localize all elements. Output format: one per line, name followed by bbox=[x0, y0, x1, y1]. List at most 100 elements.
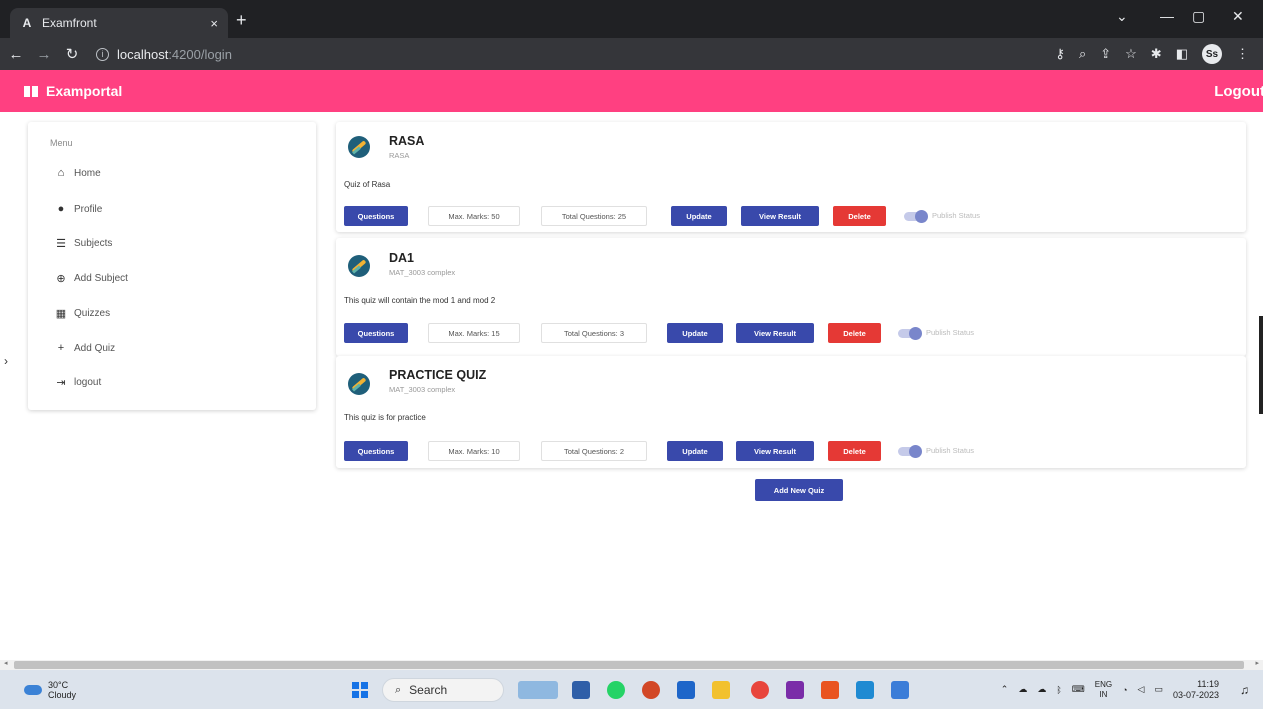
new-tab-icon[interactable]: + bbox=[236, 10, 247, 31]
clock[interactable]: 11:19 03-07-2023 bbox=[1173, 679, 1219, 701]
max-marks-chip: Max. Marks: 10 bbox=[428, 441, 520, 461]
bluetooth-icon[interactable]: ᛒ bbox=[1056, 685, 1061, 695]
chrome-icon[interactable] bbox=[751, 681, 769, 699]
keyboard-icon[interactable]: ⌨ bbox=[1072, 684, 1085, 695]
windows-start-icon[interactable] bbox=[352, 682, 368, 698]
view-result-button[interactable]: View Result bbox=[736, 441, 814, 461]
publish-toggle[interactable] bbox=[898, 445, 922, 458]
sidebar-item-quizzes[interactable]: ▦ Quizzes bbox=[54, 307, 110, 320]
search-icon: ⌕ bbox=[395, 683, 402, 696]
temperature: 30°C bbox=[48, 679, 69, 690]
star-icon[interactable]: ☆ bbox=[1125, 46, 1137, 62]
quiz-subject: RASA bbox=[389, 151, 410, 160]
close-window-icon[interactable]: ✕ bbox=[1232, 8, 1244, 25]
sidebar-item-add-quiz[interactable]: + Add Quiz bbox=[54, 342, 115, 354]
search-label: Search bbox=[409, 683, 448, 697]
url-host: localhost bbox=[117, 46, 169, 62]
sidebar-item-label: Add Quiz bbox=[74, 342, 116, 354]
questions-button[interactable]: Questions bbox=[344, 323, 408, 343]
battery-icon[interactable]: ▭ bbox=[1154, 684, 1163, 695]
widget-app-icon[interactable] bbox=[518, 681, 558, 699]
extensions-icon[interactable]: ✱ bbox=[1151, 46, 1162, 62]
weather-widget[interactable]: 30°C Cloudy bbox=[24, 670, 76, 709]
file-explorer-icon[interactable] bbox=[712, 681, 730, 699]
scrollbar-thumb[interactable] bbox=[14, 661, 1244, 669]
sidebar-item-home[interactable]: ⌂ Home bbox=[54, 167, 101, 179]
quiz-title: DA1 bbox=[389, 251, 415, 265]
weather-condition: Cloudy bbox=[48, 689, 77, 700]
logout-button[interactable]: Logout bbox=[1214, 83, 1263, 100]
update-button[interactable]: Update bbox=[667, 323, 723, 343]
address-bar: ← → ↻ i localhost:4200/login ⚷ ⌕ ⇪ ☆ ✱ ◧… bbox=[0, 38, 1263, 70]
volume-icon[interactable]: ◁ bbox=[1138, 684, 1145, 695]
onedrive-icon[interactable]: ☁ bbox=[1037, 684, 1046, 695]
cloud-tray-icon[interactable]: ☁ bbox=[1018, 684, 1027, 695]
notification-icon[interactable]: ♫ bbox=[1240, 683, 1249, 697]
app-icon-2[interactable] bbox=[821, 681, 839, 699]
sidebar-menu: Menu ⌂ Home ● Profile ☰ Subjects ⊕ Add S… bbox=[28, 122, 316, 410]
quiz-subject: MAT_3003 complex bbox=[389, 385, 456, 394]
info-icon[interactable]: i bbox=[96, 47, 109, 61]
horizontal-scrollbar[interactable]: ◂ ▸ bbox=[0, 660, 1263, 670]
whatsapp-icon[interactable] bbox=[607, 681, 625, 699]
intellij-icon[interactable] bbox=[786, 681, 804, 699]
view-result-button[interactable]: View Result bbox=[741, 206, 819, 226]
update-button[interactable]: Update bbox=[671, 206, 727, 226]
quiz-description: Quiz of Rasa bbox=[344, 180, 391, 189]
sidebar-item-profile[interactable]: ● Profile bbox=[54, 203, 103, 215]
sidebar-item-add-subject[interactable]: ⊕ Add Subject bbox=[54, 272, 128, 285]
view-result-button[interactable]: View Result bbox=[736, 323, 814, 343]
powerpoint-icon[interactable] bbox=[642, 681, 660, 699]
restore-icon[interactable]: ▢ bbox=[1192, 8, 1205, 25]
chevron-up-icon[interactable]: ⌃ bbox=[1001, 684, 1009, 695]
quiz-card: RASA RASA Quiz of Rasa Questions Max. Ma… bbox=[336, 122, 1246, 232]
favicon-icon: A bbox=[22, 16, 32, 30]
taskbar-search[interactable]: ⌕ Search bbox=[382, 678, 504, 702]
tab-title: Examfront bbox=[42, 16, 97, 30]
key-icon[interactable]: ⚷ bbox=[1055, 46, 1065, 62]
add-circle-icon: ⊕ bbox=[56, 273, 66, 285]
menu-icon[interactable]: ⋮ bbox=[1236, 46, 1249, 62]
brand[interactable]: Examportal bbox=[24, 83, 122, 99]
delete-button[interactable]: Delete bbox=[828, 323, 881, 343]
notes-icon[interactable] bbox=[677, 681, 695, 699]
add-new-quiz-button[interactable]: Add New Quiz bbox=[755, 479, 843, 501]
photos-icon[interactable] bbox=[891, 681, 909, 699]
sidebar-item-subjects[interactable]: ☰ Subjects bbox=[54, 237, 112, 250]
cloud-icon bbox=[24, 684, 42, 695]
language-indicator[interactable]: ENG IN bbox=[1095, 680, 1112, 700]
share-icon[interactable]: ⇪ bbox=[1100, 46, 1111, 62]
quiz-card: PRACTICE QUIZ MAT_3003 complex This quiz… bbox=[336, 356, 1246, 468]
wifi-icon[interactable]: ◔ bbox=[1122, 685, 1127, 695]
sidepanel-icon[interactable]: ◧ bbox=[1176, 46, 1188, 62]
profile-avatar[interactable]: Ss bbox=[1202, 44, 1222, 64]
menu-title: Menu bbox=[50, 138, 73, 148]
publish-toggle[interactable] bbox=[898, 327, 922, 340]
close-tab-icon[interactable]: × bbox=[210, 16, 218, 31]
app-icon-1[interactable] bbox=[572, 681, 590, 699]
chevron-down-icon[interactable]: ⌄ bbox=[1116, 8, 1128, 25]
browser-tab[interactable]: A Examfront × bbox=[10, 8, 228, 38]
minimize-icon[interactable]: — bbox=[1160, 8, 1174, 24]
plus-icon: + bbox=[57, 342, 65, 354]
sidebar-item-label: Add Subject bbox=[74, 273, 128, 284]
url-field[interactable]: i localhost:4200/login bbox=[96, 47, 232, 62]
forward-icon[interactable]: → bbox=[32, 46, 56, 63]
vscode-icon[interactable] bbox=[856, 681, 874, 699]
publish-toggle[interactable] bbox=[904, 210, 928, 223]
questions-button[interactable]: Questions bbox=[344, 206, 408, 226]
scroll-left-icon[interactable]: ◂ bbox=[4, 659, 8, 667]
zoom-icon[interactable]: ⌕ bbox=[1079, 46, 1086, 62]
update-button[interactable]: Update bbox=[667, 441, 723, 461]
chevron-left-icon[interactable]: › bbox=[4, 354, 8, 368]
sidebar-item-logout[interactable]: ⇥ logout bbox=[54, 376, 101, 389]
delete-button[interactable]: Delete bbox=[833, 206, 886, 226]
scroll-right-icon[interactable]: ▸ bbox=[1255, 659, 1259, 667]
side-handle[interactable] bbox=[1259, 316, 1263, 414]
questions-button[interactable]: Questions bbox=[344, 441, 408, 461]
reload-icon[interactable]: ↻ bbox=[60, 45, 84, 63]
publish-status-label: Publish Status bbox=[926, 446, 974, 455]
delete-button[interactable]: Delete bbox=[828, 441, 881, 461]
back-icon[interactable]: ← bbox=[4, 46, 28, 63]
sidebar-item-label: Subjects bbox=[74, 238, 113, 249]
